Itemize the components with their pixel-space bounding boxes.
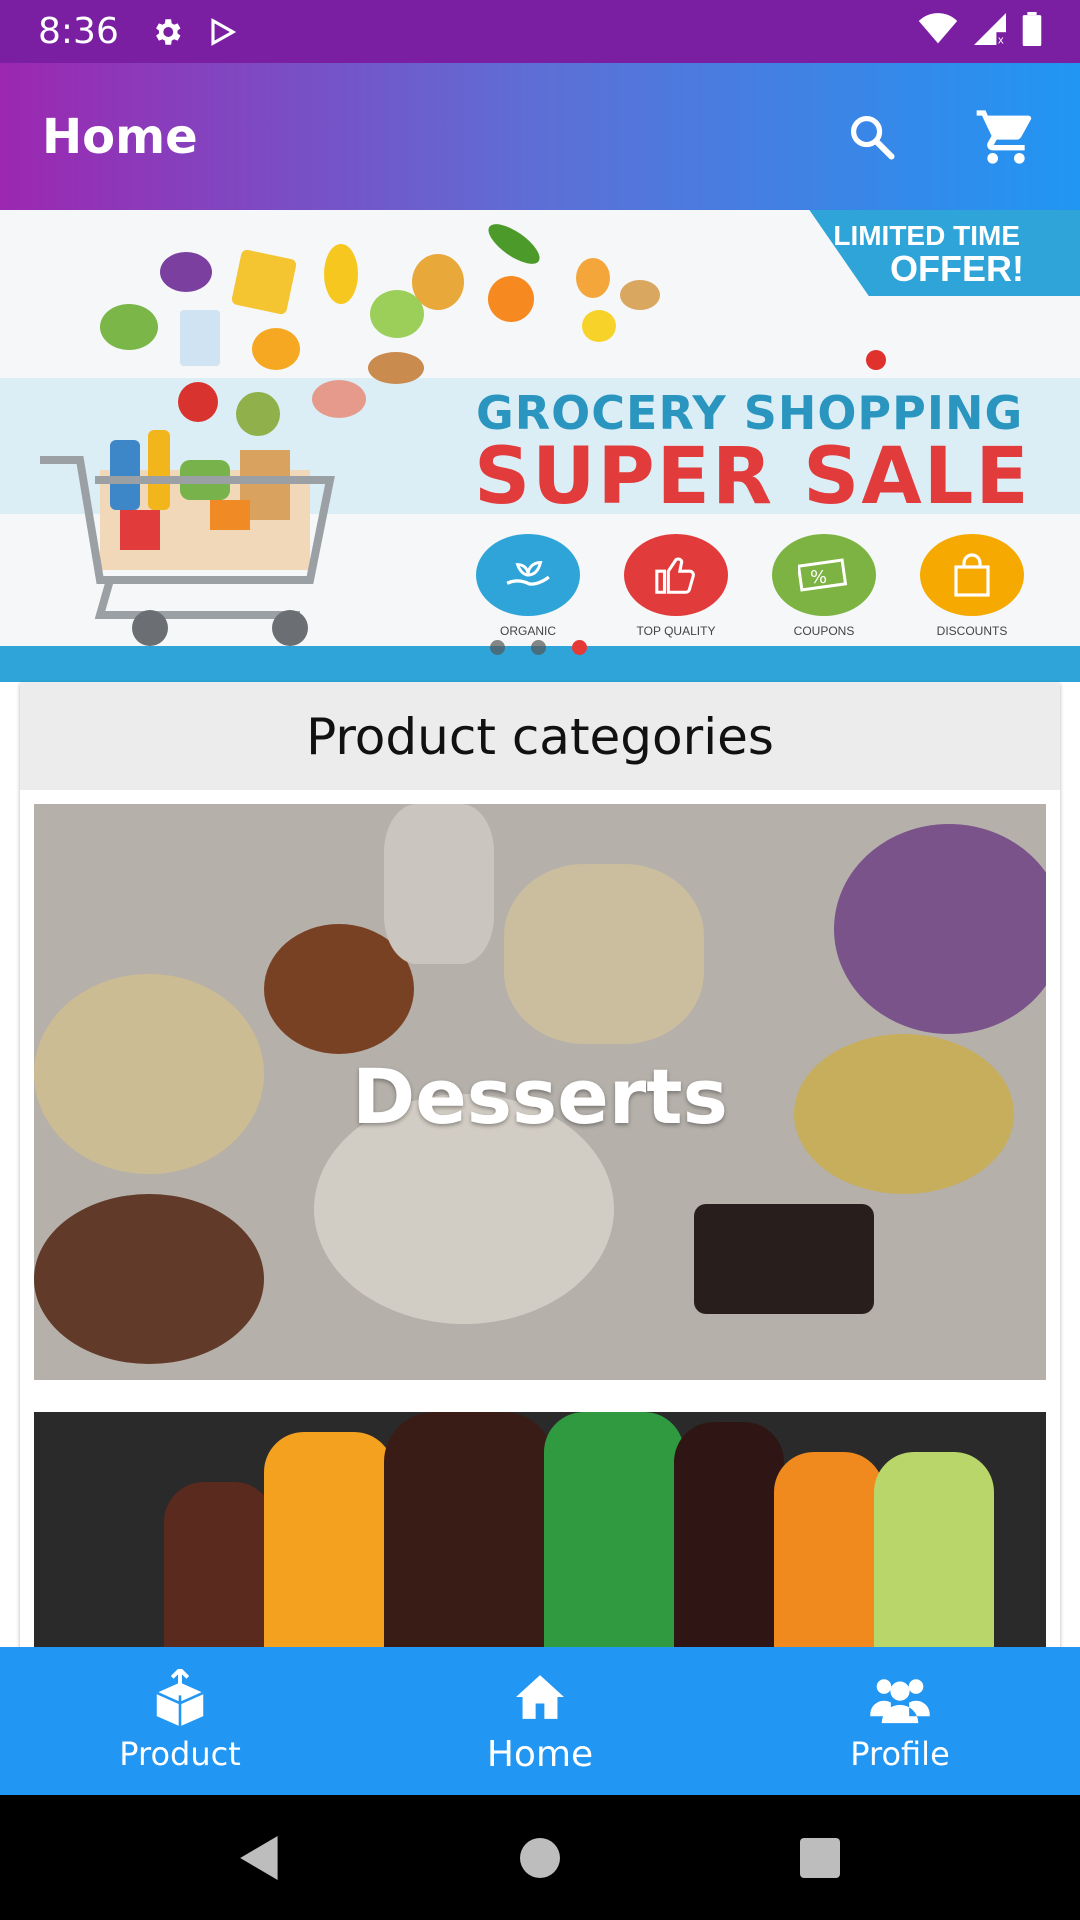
back-icon[interactable]	[230, 1828, 290, 1888]
status-bar: 8:36 x	[0, 0, 1080, 63]
nav-label: Product	[119, 1735, 241, 1773]
nav-item-profile[interactable]: Profile	[720, 1647, 1080, 1795]
coupon-icon: %	[772, 534, 876, 616]
produce-bread	[368, 352, 424, 384]
category-tile-desserts[interactable]: Desserts	[34, 804, 1046, 1380]
produce-corn	[324, 244, 358, 304]
wifi-icon	[918, 13, 958, 50]
drink-bottle	[164, 1482, 274, 1672]
feature-label: TOP QUALITY	[636, 624, 716, 638]
bottom-navigation: Product Home Profile	[0, 1647, 1080, 1795]
box-icon	[148, 1669, 212, 1727]
feature-discounts: DISCOUNTS	[920, 534, 1024, 638]
produce-chips	[230, 248, 298, 316]
drink-bottle	[874, 1452, 994, 1672]
nav-label: Profile	[850, 1735, 950, 1773]
nav-label: Home	[486, 1733, 594, 1775]
produce-cake	[312, 380, 366, 418]
page-title: Home	[42, 108, 198, 165]
recents-icon[interactable]	[790, 1828, 850, 1888]
home-circle-icon[interactable]	[510, 1828, 570, 1888]
produce-eggplant	[160, 252, 212, 292]
produce-potato	[620, 280, 660, 310]
feature-organic: ORGANIC	[476, 534, 580, 638]
cart-icon[interactable]	[974, 105, 1038, 169]
categories-title: Product categories	[306, 707, 774, 766]
drink-bottle	[264, 1432, 394, 1672]
produce-milk	[180, 310, 220, 366]
drink-bottle	[774, 1452, 884, 1672]
produce-lettuce	[100, 304, 158, 350]
battery-icon	[1022, 12, 1042, 51]
status-time: 8:36	[38, 11, 119, 52]
feature-label: COUPONS	[793, 624, 855, 638]
produce-cabbage	[370, 290, 424, 338]
carousel-dot-active[interactable]	[572, 640, 587, 655]
feature-label: DISCOUNTS	[936, 624, 1008, 638]
promo-banner[interactable]: LIMITED TIME OFFER! GROCERY SHOPPING SUP…	[0, 210, 1080, 682]
offer-line2: OFFER!	[890, 248, 1024, 289]
drink-bottle	[674, 1422, 784, 1672]
banner-title-line2: SUPER SALE	[474, 432, 1031, 522]
nav-item-home[interactable]: Home	[360, 1647, 720, 1795]
drink-bottle	[544, 1412, 684, 1672]
thumbs-up-icon	[624, 534, 728, 616]
feature-coupons: % COUPONS	[772, 534, 876, 638]
signal-icon: x	[974, 13, 1006, 50]
produce-orange	[488, 276, 534, 322]
shopping-bag-icon	[920, 534, 1024, 616]
hand-plant-icon	[476, 534, 580, 616]
feature-top-quality: TOP QUALITY	[624, 534, 728, 638]
drink-bottle	[384, 1412, 554, 1672]
carousel-dot[interactable]	[490, 640, 505, 655]
produce-strawberry	[866, 350, 886, 370]
category-tile-drinks[interactable]	[34, 1412, 1046, 1672]
produce-cucumber	[482, 216, 546, 272]
shopping-cart-illustration	[40, 430, 340, 660]
settings-icon	[149, 14, 185, 50]
feature-label: ORGANIC	[499, 624, 556, 638]
system-navigation-bar	[0, 1795, 1080, 1920]
produce-apple	[178, 382, 218, 422]
svg-text:x: x	[998, 34, 1004, 45]
play-store-icon	[205, 14, 241, 50]
categories-header: Product categories	[20, 683, 1060, 790]
users-icon	[868, 1669, 932, 1727]
app-bar: Home	[0, 63, 1080, 210]
home-icon	[508, 1668, 572, 1726]
produce-lemon	[582, 310, 616, 342]
produce-papaya	[576, 258, 610, 298]
carousel-dot[interactable]	[531, 640, 546, 655]
carousel-indicator	[0, 640, 1080, 655]
nav-item-product[interactable]: Product	[0, 1647, 360, 1795]
search-icon[interactable]	[840, 105, 904, 169]
produce-pepper	[252, 328, 300, 370]
svg-text:%: %	[810, 567, 827, 588]
category-label: Desserts	[352, 1052, 728, 1141]
